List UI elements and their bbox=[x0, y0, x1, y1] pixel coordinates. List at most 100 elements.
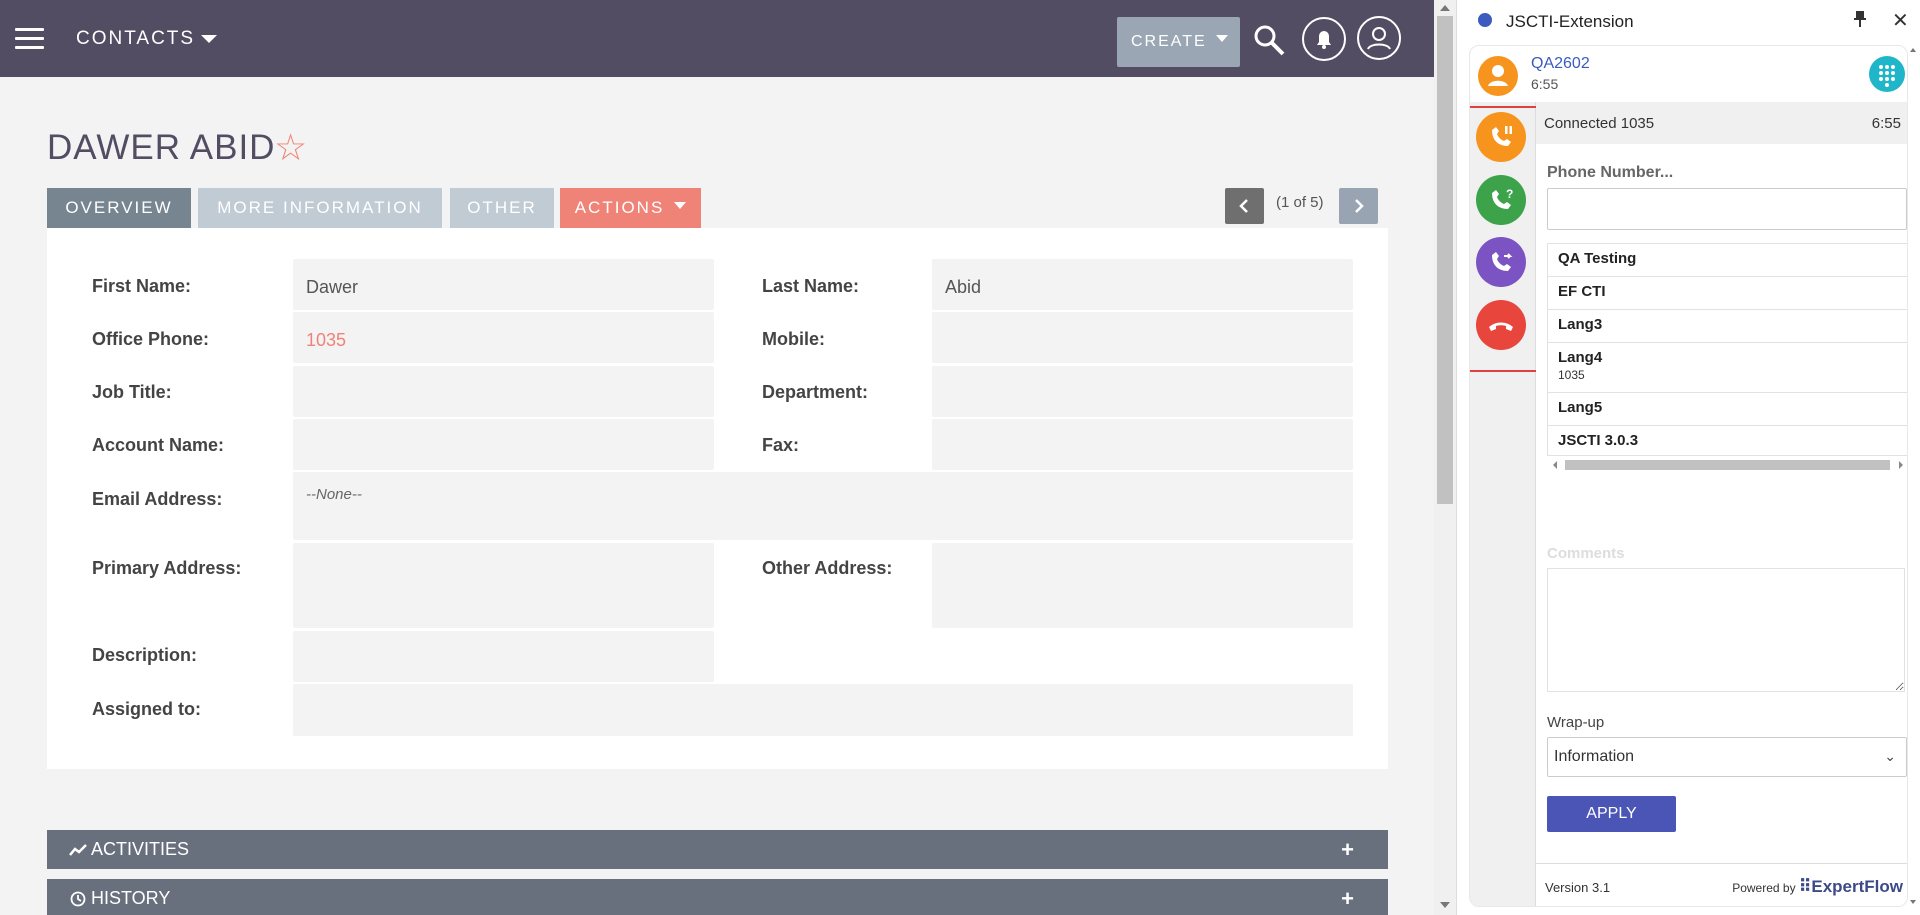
other-address-value[interactable] bbox=[932, 543, 1353, 628]
chevron-down-icon: ⌄ bbox=[1884, 748, 1896, 764]
scrollbar-thumb[interactable] bbox=[1437, 16, 1453, 504]
list-item-label: Lang3 bbox=[1558, 316, 1603, 333]
assigned-to-value[interactable] bbox=[293, 684, 1353, 736]
brand-name: ExpertFlow bbox=[1811, 877, 1903, 896]
actions-label: ACTIONS bbox=[574, 198, 665, 217]
scroll-up-icon[interactable] bbox=[1908, 45, 1918, 55]
history-label: HISTORY bbox=[91, 888, 171, 908]
consult-call-icon[interactable]: ? bbox=[1476, 175, 1526, 225]
comments-textarea[interactable] bbox=[1547, 568, 1905, 692]
call-controls-highlight: ? bbox=[1470, 106, 1544, 372]
description-label: Description: bbox=[92, 645, 198, 665]
description-value[interactable] bbox=[293, 631, 714, 682]
end-call-icon[interactable] bbox=[1476, 300, 1526, 350]
account-name-value[interactable] bbox=[293, 419, 714, 470]
prev-record-button[interactable] bbox=[1225, 188, 1264, 224]
fax-value[interactable] bbox=[932, 419, 1353, 470]
close-icon[interactable]: ✕ bbox=[1892, 8, 1909, 33]
list-item-label: Lang5 bbox=[1558, 399, 1603, 416]
create-button[interactable]: CREATE bbox=[1117, 17, 1240, 67]
tab-actions[interactable]: ACTIONS bbox=[560, 188, 701, 228]
pager-text: (1 of 5) bbox=[1276, 194, 1324, 211]
tab-other[interactable]: OTHER bbox=[450, 188, 554, 228]
first-name-value[interactable]: Dawer bbox=[293, 259, 714, 310]
transfer-call-icon[interactable] bbox=[1476, 237, 1526, 287]
cti-extension-panel: JSCTI-Extension ✕ QA2602 6:55 ? Connecte… bbox=[1456, 0, 1920, 915]
user-icon[interactable] bbox=[1357, 16, 1401, 60]
detail-panel: First Name: Dawer Last Name: Abid Office… bbox=[47, 228, 1388, 769]
list-item[interactable]: Lang3 bbox=[1548, 310, 1907, 343]
hold-call-icon[interactable] bbox=[1476, 112, 1526, 162]
office-phone-value[interactable]: 1035 bbox=[293, 312, 714, 363]
phone-number-input[interactable] bbox=[1547, 188, 1907, 230]
scroll-down-icon[interactable] bbox=[1908, 897, 1918, 907]
page-title: DAWER ABID bbox=[47, 128, 276, 167]
connection-status-bar: Connected 1035 6:55 bbox=[1536, 102, 1907, 144]
agent-bar: QA2602 6:55 bbox=[1470, 46, 1907, 102]
connection-status: Connected 1035 bbox=[1544, 115, 1655, 132]
list-item[interactable]: Lang4 1035 bbox=[1548, 343, 1907, 393]
history-subpanel[interactable]: HISTORY + bbox=[47, 879, 1388, 915]
department-value[interactable] bbox=[932, 366, 1353, 417]
last-name-value[interactable]: Abid bbox=[932, 259, 1353, 310]
list-item-label: JSCTI 3.0.3 bbox=[1558, 432, 1639, 449]
list-item[interactable]: EF CTI bbox=[1548, 277, 1907, 310]
menu-icon[interactable] bbox=[15, 28, 44, 50]
star-icon[interactable]: ☆ bbox=[274, 128, 307, 168]
activities-subpanel[interactable]: ACTIVITIES + bbox=[47, 830, 1388, 869]
list-item[interactable]: QA Testing bbox=[1548, 244, 1907, 277]
scroll-right-icon[interactable] bbox=[1896, 458, 1906, 472]
dialpad-icon[interactable] bbox=[1869, 56, 1905, 92]
wrapup-select[interactable]: Information ⌄ bbox=[1547, 737, 1907, 777]
assigned-to-label: Assigned to: bbox=[92, 699, 202, 719]
agent-timer: 6:55 bbox=[1531, 76, 1559, 92]
list-item-label: EF CTI bbox=[1558, 283, 1606, 300]
history-icon bbox=[70, 891, 86, 907]
phone-number-label: Phone Number... bbox=[1547, 164, 1674, 181]
list-item-label: Lang4 bbox=[1558, 349, 1603, 366]
scroll-up-icon[interactable] bbox=[1440, 5, 1450, 11]
fax-label: Fax: bbox=[762, 435, 800, 455]
top-navbar: CONTACTS CREATE bbox=[0, 0, 1434, 77]
module-dropdown[interactable]: CONTACTS bbox=[76, 28, 218, 50]
svg-text:?: ? bbox=[1506, 187, 1513, 201]
extension-footer: Version 3.1 Powered by ⠿ExpertFlow bbox=[1536, 863, 1907, 906]
module-label: CONTACTS bbox=[76, 28, 196, 49]
scroll-down-icon[interactable] bbox=[1440, 902, 1450, 908]
tab-more-information[interactable]: MORE INFORMATION bbox=[198, 188, 442, 228]
list-item[interactable]: Lang5 bbox=[1548, 393, 1907, 426]
next-record-button[interactable] bbox=[1339, 188, 1378, 224]
plus-icon[interactable]: + bbox=[1341, 830, 1354, 869]
wrapup-value: Information bbox=[1554, 748, 1635, 765]
search-icon[interactable] bbox=[1253, 24, 1285, 56]
agent-name: QA2602 bbox=[1531, 55, 1590, 72]
connection-timer: 6:55 bbox=[1871, 115, 1901, 132]
extension-body: QA2602 6:55 ? Connected 1035 6:55 Phone … bbox=[1469, 45, 1908, 907]
bell-icon[interactable] bbox=[1302, 17, 1346, 61]
pin-icon[interactable] bbox=[1853, 10, 1867, 33]
primary-address-label: Primary Address: bbox=[92, 558, 242, 578]
list-item[interactable]: JSCTI 3.0.3 bbox=[1548, 426, 1907, 455]
scroll-left-icon[interactable] bbox=[1550, 458, 1560, 472]
email-address-value[interactable]: --None-- bbox=[293, 472, 1353, 540]
comments-label: Comments bbox=[1547, 545, 1625, 562]
chevron-down-icon bbox=[674, 202, 687, 210]
mobile-value[interactable] bbox=[932, 312, 1353, 363]
last-name-label: Last Name: bbox=[762, 276, 860, 296]
version-text: Version 3.1 bbox=[1545, 880, 1611, 895]
extension-scrollbar[interactable] bbox=[1908, 45, 1918, 907]
job-title-value[interactable] bbox=[293, 366, 714, 417]
brand-mark-icon: ⠿ bbox=[1798, 877, 1812, 896]
account-name-label: Account Name: bbox=[92, 435, 225, 455]
tab-overview[interactable]: OVERVIEW bbox=[47, 188, 191, 228]
page-scrollbar[interactable] bbox=[1434, 0, 1456, 915]
scrollbar-thumb[interactable] bbox=[1565, 460, 1890, 470]
primary-address-value[interactable] bbox=[293, 543, 714, 628]
other-address-label: Other Address: bbox=[762, 558, 893, 578]
chevron-down-icon bbox=[1216, 35, 1228, 42]
list-horizontal-scrollbar[interactable] bbox=[1547, 458, 1907, 472]
create-label: CREATE bbox=[1131, 33, 1207, 50]
apply-button[interactable]: APPLY bbox=[1547, 796, 1676, 832]
extension-header: JSCTI-Extension ✕ bbox=[1457, 0, 1920, 43]
plus-icon[interactable]: + bbox=[1341, 879, 1354, 915]
